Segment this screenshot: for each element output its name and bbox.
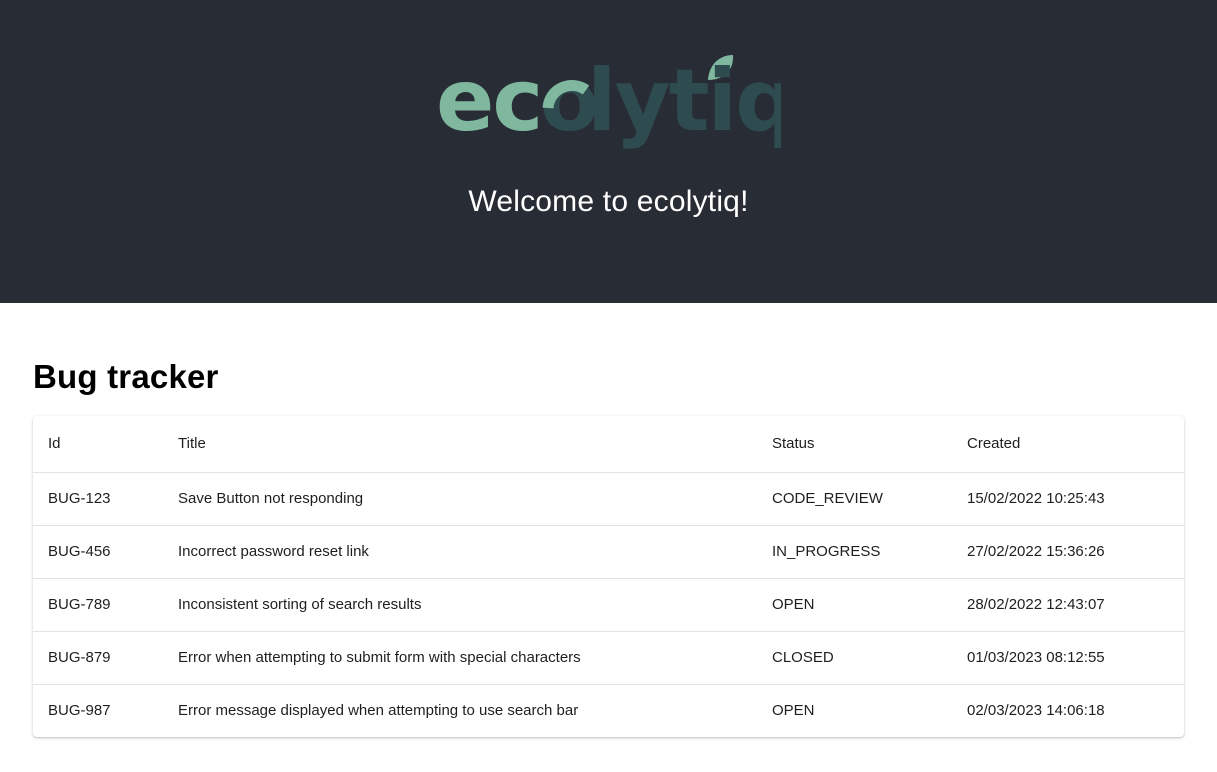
ecolytiq-logo: ecolytiq ec o lytiq (436, 50, 781, 154)
cell-id: BUG-456 (33, 525, 163, 579)
cell-created: 27/02/2022 15:36:26 (952, 525, 1184, 579)
table-row[interactable]: BUG-123 Save Button not responding CODE_… (33, 472, 1184, 526)
cell-title: Inconsistent sorting of search results (163, 578, 757, 632)
cell-title: Incorrect password reset link (163, 525, 757, 579)
cell-title: Save Button not responding (163, 472, 757, 526)
main-content: Bug tracker Id Title Status Created BUG-… (0, 358, 1217, 737)
bug-table-card: Id Title Status Created BUG-123 Save But… (33, 416, 1184, 737)
table-row[interactable]: BUG-987 Error message displayed when att… (33, 684, 1184, 737)
cell-title: Error message displayed when attempting … (178, 702, 579, 720)
table-header: Id Title Status Created (33, 416, 1184, 473)
cell-status: CODE_REVIEW (757, 472, 952, 526)
welcome-heading: Welcome to ecolytiq! (468, 185, 749, 218)
cell-created: 02/03/2023 14:06:18 (967, 702, 1105, 720)
bug-table: Id Title Status Created BUG-123 Save But… (33, 416, 1184, 737)
cell-id: BUG-789 (33, 578, 163, 632)
cell-id: BUG-879 (33, 631, 163, 685)
table-row[interactable]: BUG-456 Incorrect password reset link IN… (33, 525, 1184, 579)
table-row[interactable]: BUG-789 Inconsistent sorting of search r… (33, 578, 1184, 632)
cell-status: IN_PROGRESS (757, 525, 952, 579)
column-header-id[interactable]: Id (33, 416, 163, 473)
cell-status: OPEN (757, 578, 952, 632)
cell-title: Error when attempting to submit form wit… (163, 631, 757, 685)
cell-created: 15/02/2022 10:25:43 (952, 472, 1184, 526)
cell-status: CLOSED (757, 631, 952, 685)
svg-text:ec: ec (436, 51, 541, 151)
hero-banner: ecolytiq ec o lytiq Welcome to ecolytiq! (0, 0, 1217, 303)
table-header-row: Id Title Status Created (33, 416, 1184, 473)
svg-text:lytiq: lytiq (587, 51, 781, 151)
column-header-title[interactable]: Title (163, 416, 757, 473)
cell-id: BUG-987 (48, 702, 111, 720)
cell-created: 28/02/2022 12:43:07 (952, 578, 1184, 632)
column-header-status[interactable]: Status (757, 416, 952, 473)
table-body: BUG-123 Save Button not responding CODE_… (33, 472, 1184, 737)
cell-status: OPEN (772, 702, 815, 720)
page-title: Bug tracker (33, 358, 219, 395)
cell-created: 01/03/2023 08:12:55 (952, 631, 1184, 685)
table-row[interactable]: BUG-879 Error when attempting to submit … (33, 631, 1184, 685)
cell-id: BUG-123 (33, 472, 163, 526)
column-header-created[interactable]: Created (952, 416, 1184, 473)
